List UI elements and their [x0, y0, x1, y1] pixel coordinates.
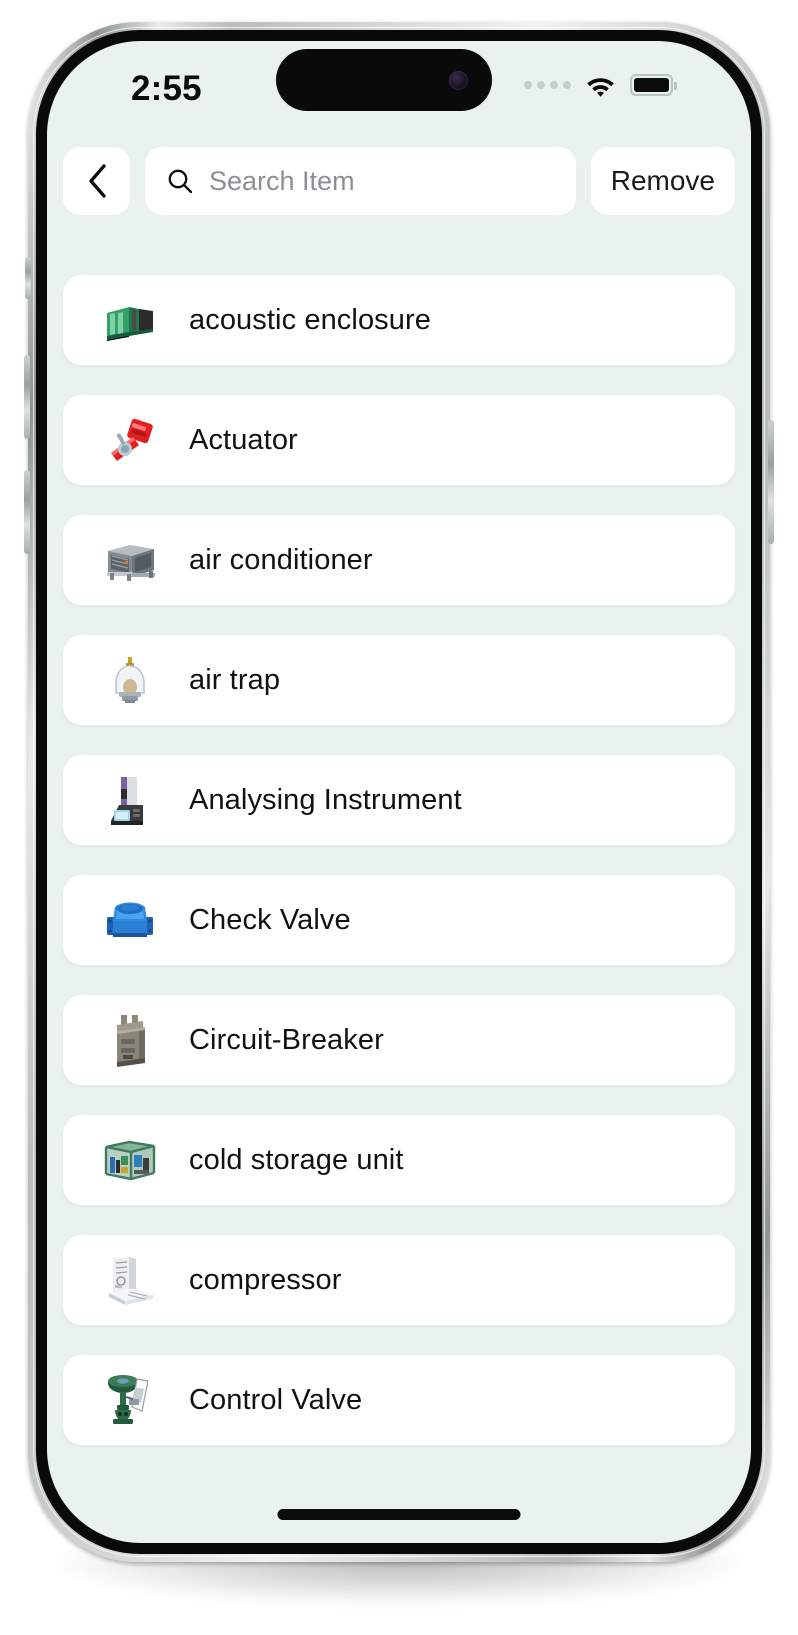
phone-screen: 2:55 Search Item Remove acoustic enclosu… [47, 41, 751, 1543]
air-trap-icon [99, 649, 161, 711]
chevron-left-icon [88, 164, 106, 198]
item-list[interactable]: acoustic enclosure Actuator air conditio… [47, 274, 751, 1543]
list-item-label: Circuit-Breaker [189, 1023, 384, 1056]
list-item-label: Actuator [189, 423, 298, 456]
list-item[interactable]: Circuit-Breaker [62, 994, 736, 1086]
home-indicator[interactable] [277, 1509, 521, 1520]
dynamic-island [276, 49, 492, 111]
list-item[interactable]: Actuator [62, 394, 736, 486]
list-item-label: compressor [189, 1263, 342, 1296]
search-icon [168, 169, 193, 194]
acoustic-enclosure-icon [99, 289, 161, 351]
battery-full-icon [630, 74, 677, 96]
screenshot-stage: 2:55 Search Item Remove acoustic enclosu… [0, 0, 798, 1635]
list-item[interactable]: air trap [62, 634, 736, 726]
list-item-label: air trap [189, 663, 281, 696]
list-item[interactable]: Analysing Instrument [62, 754, 736, 846]
search-input[interactable] [209, 165, 554, 197]
back-button[interactable] [62, 146, 131, 216]
power-button[interactable] [768, 420, 774, 544]
volume-down-button[interactable] [24, 470, 30, 554]
top-toolbar: Remove [47, 146, 751, 216]
signal-dots-icon [524, 81, 571, 89]
list-item[interactable]: Check Valve [62, 874, 736, 966]
list-item-label: acoustic enclosure [189, 303, 431, 336]
volume-up-button[interactable] [24, 355, 30, 439]
actuator-icon [99, 409, 161, 471]
status-bar-indicators [524, 69, 677, 101]
cold-storage-unit-icon [99, 1129, 161, 1191]
list-item-label: Analysing Instrument [189, 783, 462, 816]
list-item[interactable]: Control Valve [62, 1354, 736, 1446]
air-conditioner-icon [99, 529, 161, 591]
list-item-label: cold storage unit [189, 1143, 404, 1176]
list-item-label: Control Valve [189, 1383, 363, 1416]
wifi-icon [587, 77, 614, 97]
list-item[interactable]: compressor [62, 1234, 736, 1326]
list-item[interactable]: cold storage unit [62, 1114, 736, 1206]
front-camera-icon [449, 71, 468, 90]
circuit-breaker-icon [99, 1009, 161, 1071]
status-bar: 2:55 [47, 41, 751, 133]
list-item-label: Check Valve [189, 903, 351, 936]
list-item[interactable]: acoustic enclosure [62, 274, 736, 366]
check-valve-icon [99, 889, 161, 951]
list-item[interactable]: air conditioner [62, 514, 736, 606]
list-item-label: air conditioner [189, 543, 373, 576]
analysing-instrument-icon [99, 769, 161, 831]
status-bar-time: 2:55 [131, 69, 202, 108]
compressor-icon [99, 1249, 161, 1311]
remove-button[interactable]: Remove [589, 146, 736, 216]
control-valve-icon [99, 1369, 161, 1431]
search-field-container[interactable] [144, 146, 577, 216]
silent-switch-button[interactable] [25, 257, 31, 299]
